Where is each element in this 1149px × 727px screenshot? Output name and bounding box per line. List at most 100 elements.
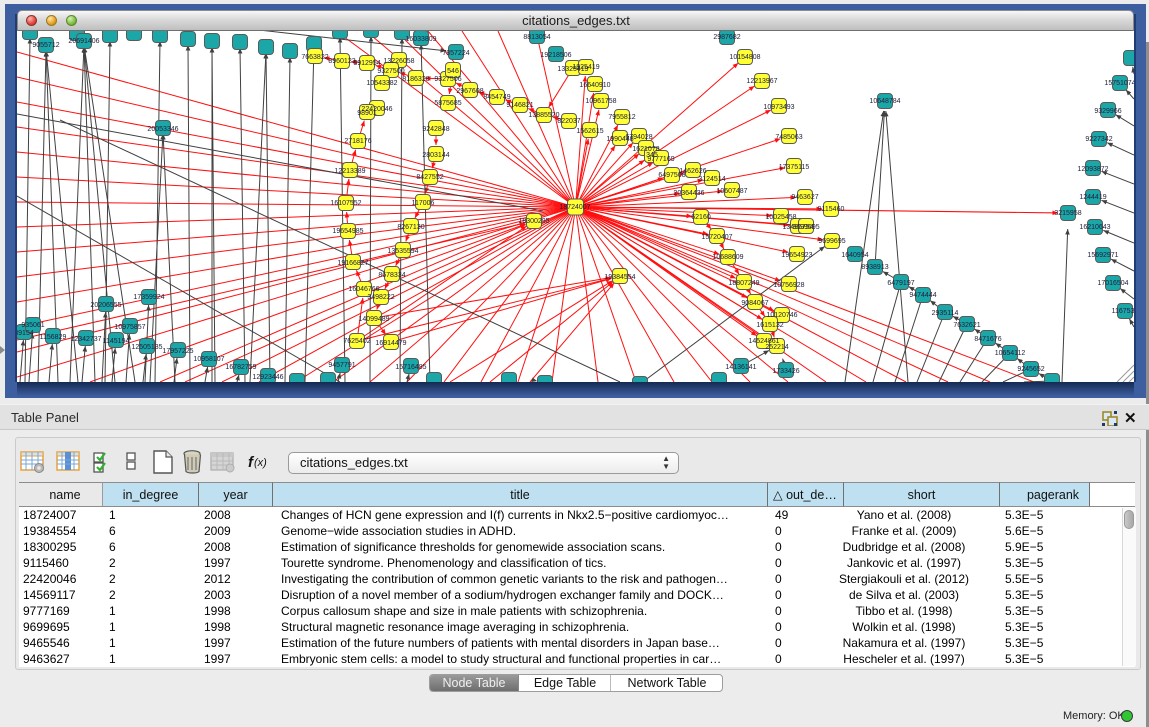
svg-text:16782759: 16782759 [225, 364, 256, 371]
svg-text:252214: 252214 [765, 344, 788, 351]
svg-text:20206555: 20206555 [90, 302, 121, 309]
svg-text:2935114: 2935114 [932, 310, 959, 317]
svg-text:10154808: 10154808 [729, 54, 760, 61]
svg-text:7632621: 7632621 [953, 322, 980, 329]
svg-text:5875685: 5875685 [434, 100, 461, 107]
svg-text:17016504: 17016504 [1097, 280, 1128, 287]
svg-text:62160: 62160 [691, 214, 711, 221]
svg-text:10688609: 10688609 [712, 254, 743, 261]
svg-text:10958107: 10958107 [193, 356, 224, 363]
svg-text:546: 546 [447, 68, 459, 75]
svg-text:17375115: 17375115 [779, 164, 810, 171]
svg-text:8912954: 8912954 [353, 60, 380, 67]
svg-text:1562615: 1562615 [576, 128, 603, 135]
svg-text:19654923: 19654923 [781, 252, 812, 259]
svg-text:7857224: 7857224 [442, 50, 469, 57]
svg-text:1825419: 1825419 [572, 64, 599, 71]
svg-text:17957225: 17957225 [162, 348, 193, 355]
svg-text:8454749: 8454749 [483, 94, 510, 101]
svg-text:16914479: 16914479 [375, 340, 406, 347]
svg-text:19654985: 19654985 [332, 228, 363, 235]
svg-text:8938913: 8938913 [861, 264, 888, 271]
svg-text:8427552: 8427552 [416, 174, 443, 181]
svg-text:3215958: 3215958 [1054, 210, 1081, 217]
svg-text:18807249: 18807249 [728, 280, 759, 287]
svg-text:9055712: 9055712 [32, 42, 59, 49]
svg-text:14099489: 14099489 [358, 316, 389, 323]
svg-text:(x): (x) [254, 457, 267, 469]
svg-text:17359924: 17359924 [133, 294, 164, 301]
svg-text:3498222: 3498222 [367, 294, 394, 301]
svg-text:2967608: 2967608 [456, 88, 483, 95]
svg-text:8186328: 8186328 [402, 76, 429, 83]
svg-text:10961758: 10961758 [585, 98, 616, 105]
svg-text:9242848: 9242848 [422, 126, 449, 133]
svg-text:822037: 822037 [557, 118, 580, 125]
svg-text:18724007: 18724007 [559, 204, 590, 211]
svg-text:9327500: 9327500 [377, 68, 404, 75]
svg-text:7955812: 7955812 [608, 114, 635, 121]
svg-text:7663822: 7663822 [301, 54, 328, 61]
svg-text:9457791: 9457791 [328, 362, 355, 369]
svg-text:10975857: 10975857 [114, 324, 145, 331]
svg-text:20053346: 20053346 [147, 126, 178, 133]
svg-text:16046766: 16046766 [348, 286, 379, 293]
svg-text:10648784: 10648784 [869, 98, 900, 105]
svg-text:19384554: 19384554 [604, 274, 635, 281]
svg-text:10756928: 10756928 [773, 282, 804, 289]
svg-text:117006: 117006 [412, 200, 435, 207]
svg-text:7625402: 7625402 [343, 338, 370, 345]
svg-text:10120746: 10120746 [766, 312, 797, 319]
svg-text:6479197: 6479197 [887, 280, 914, 287]
svg-text:10654112: 10654112 [995, 350, 1026, 357]
svg-text:8960123: 8960123 [328, 58, 355, 65]
svg-text:18300295: 18300295 [518, 218, 549, 225]
svg-text:1244419: 1244419 [1079, 194, 1106, 201]
svg-text:16107552: 16107552 [330, 200, 361, 207]
svg-text:14136141: 14136141 [725, 364, 756, 371]
svg-text:2987682: 2987682 [713, 34, 740, 41]
svg-text:9329966: 9329966 [1094, 108, 1121, 115]
svg-text:10025458: 10025458 [765, 214, 796, 221]
svg-text:9245652: 9245652 [1017, 366, 1044, 373]
svg-text:39154: 39154 [17, 330, 34, 337]
svg-text:15720407: 15720407 [701, 234, 732, 241]
svg-text:9084067: 9084067 [741, 300, 768, 307]
svg-text:9115460: 9115460 [818, 206, 845, 213]
svg-text:3124514: 3124514 [698, 176, 725, 183]
svg-text:9327506: 9327506 [434, 76, 461, 83]
svg-text:20364436: 20364436 [673, 190, 704, 197]
svg-text:15716485: 15716485 [395, 364, 426, 371]
svg-text:1615132: 1615132 [756, 322, 783, 329]
svg-text:7485063: 7485063 [775, 134, 802, 141]
svg-text:19166827: 19166827 [337, 260, 368, 267]
svg-text:15692971: 15692971 [1087, 252, 1118, 259]
svg-text:9699695: 9699695 [818, 238, 845, 245]
svg-text:12093872: 12093872 [1077, 166, 1108, 173]
svg-text:13885520: 13885520 [528, 112, 559, 119]
svg-text:8678334: 8678334 [378, 272, 405, 279]
svg-text:13226058: 13226058 [383, 58, 414, 65]
svg-text:8813054: 8813054 [523, 34, 550, 41]
svg-text:2803144: 2803144 [422, 152, 449, 159]
svg-text:10607487: 10607487 [716, 188, 747, 195]
svg-text:9146821: 9146821 [506, 102, 533, 109]
svg-text:9699695: 9699695 [792, 224, 819, 231]
svg-text:16033809: 16033809 [405, 36, 436, 43]
svg-text:15751074: 15751074 [1104, 80, 1134, 87]
svg-text:12505135: 12505135 [131, 344, 162, 351]
svg-text:6794028: 6794028 [625, 134, 652, 141]
svg-text:8267130: 8267130 [397, 224, 424, 231]
svg-text:2718176: 2718176 [344, 138, 371, 145]
svg-text:9777169: 9777169 [647, 156, 674, 163]
svg-text:12342737: 12342737 [70, 336, 101, 343]
svg-text:19218506: 19218506 [540, 52, 571, 59]
svg-text:1640954: 1640954 [841, 252, 868, 259]
svg-text:9474444: 9474444 [909, 292, 936, 299]
svg-text:1462626: 1462626 [679, 168, 706, 175]
svg-text:935061: 935061 [21, 322, 44, 329]
svg-text:20691406: 20691406 [68, 38, 99, 45]
svg-text:10543382: 10543382 [366, 80, 397, 87]
svg-text:12213389: 12213389 [334, 168, 365, 175]
svg-text:1733426: 1733426 [772, 368, 799, 375]
